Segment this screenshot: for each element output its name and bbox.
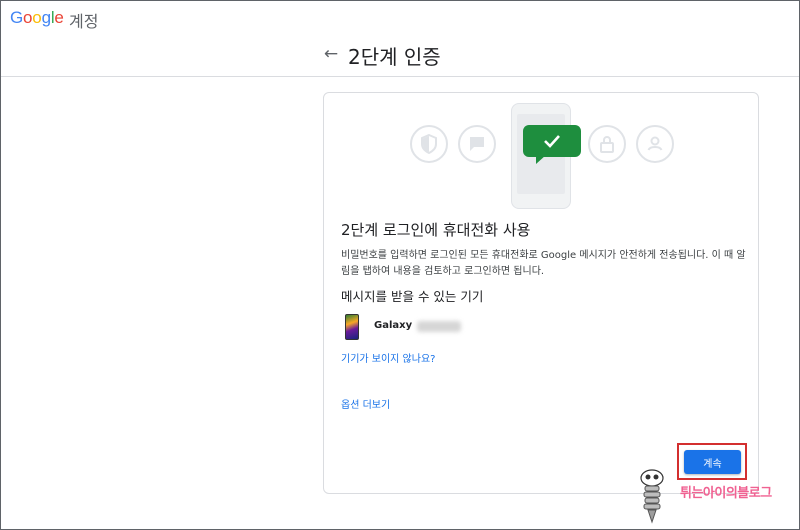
account-icon	[636, 125, 674, 163]
lock-icon	[588, 125, 626, 163]
shield-icon	[410, 125, 448, 163]
check-icon	[523, 125, 581, 157]
phone-thumbnail-icon	[345, 314, 359, 340]
title-bar: ← 2단계 인증	[1, 36, 799, 77]
blurred-model	[417, 321, 461, 332]
back-arrow-icon[interactable]: ←	[321, 44, 341, 64]
missing-device-link[interactable]: 기기가 보이지 않나요?	[341, 350, 435, 365]
header-section-label: 계정	[69, 12, 99, 31]
device-item: Galaxy	[341, 311, 541, 341]
page-title: 2단계 인증	[348, 45, 441, 69]
card-heading: 2단계 로그인에 휴대전화 사용	[341, 221, 531, 239]
more-options-link[interactable]: 옵션 더보기	[341, 396, 390, 411]
two-step-card: 2단계 로그인에 휴대전화 사용 비밀번호를 입력하면 로그인된 모든 휴대전화…	[323, 92, 759, 494]
app-header: Google 계정	[1, 1, 799, 35]
google-logo[interactable]: Google	[10, 8, 64, 28]
devices-heading: 메시지를 받을 수 있는 기기	[341, 289, 484, 304]
card-description: 비밀번호를 입력하면 로그인된 모든 휴대전화로 Google 메시지가 안전하…	[341, 250, 746, 277]
device-name: Galaxy	[374, 320, 413, 331]
continue-button[interactable]: 계속	[684, 450, 741, 474]
bubble-tail	[536, 155, 546, 164]
blog-watermark: 튀는아이의블로그	[680, 486, 772, 501]
chat-icon	[458, 125, 496, 163]
mascot-icon	[636, 468, 668, 524]
